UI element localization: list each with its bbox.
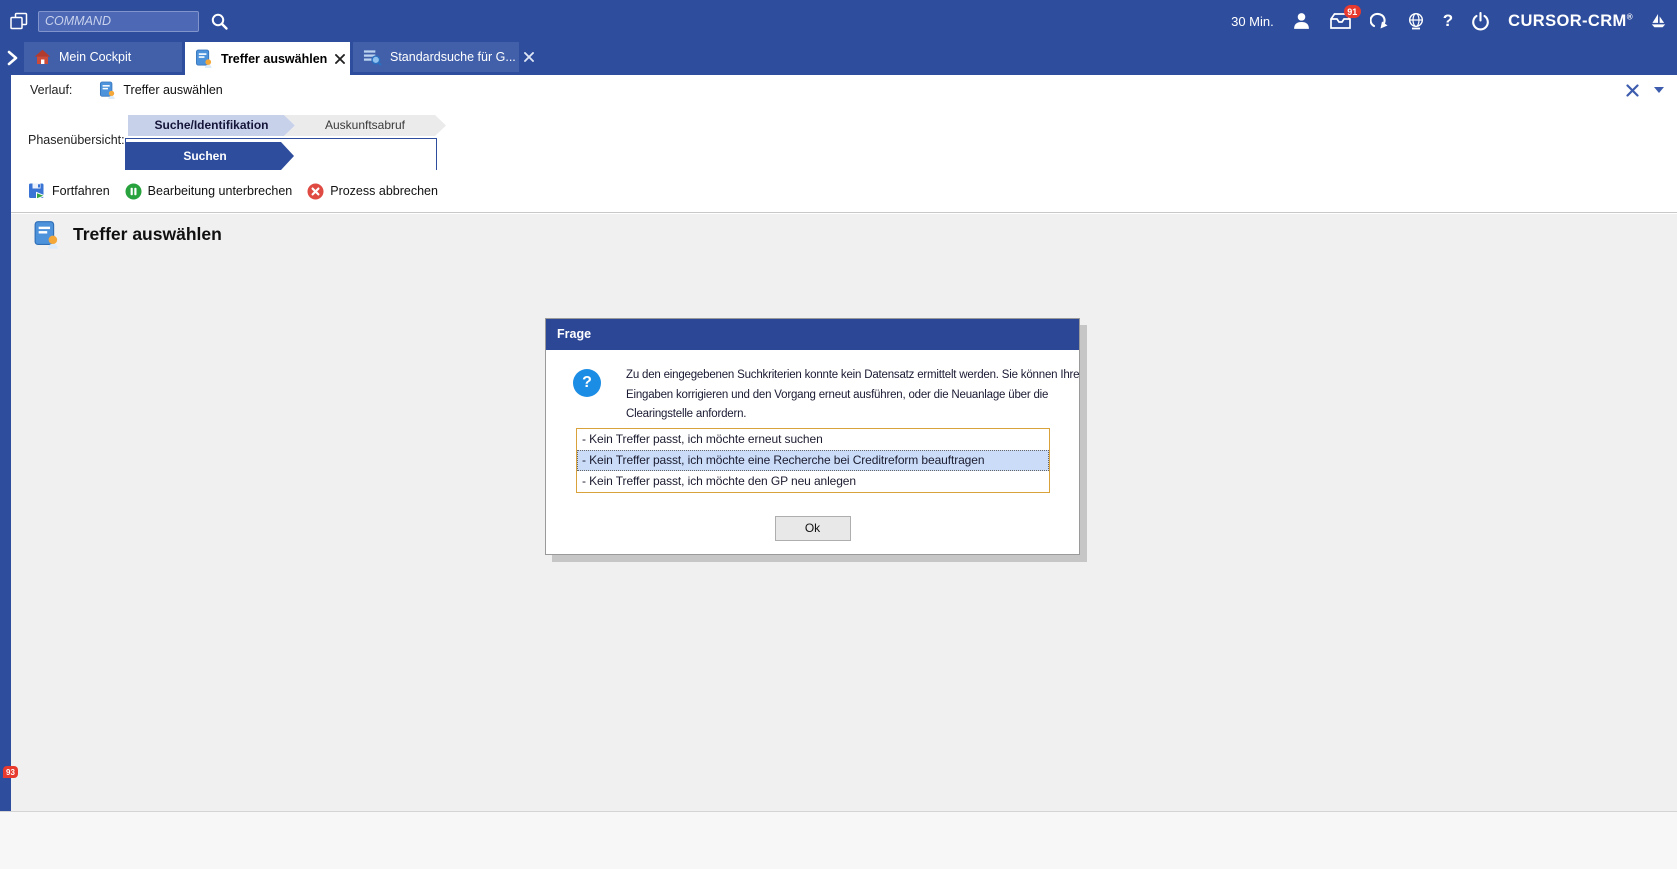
sailboat-icon — [1651, 13, 1666, 30]
tab-label: Standardsuche für G... — [390, 50, 516, 64]
chevron-down-icon[interactable] — [1654, 87, 1664, 93]
brand-logo: CURSOR-CRM® — [1508, 11, 1633, 30]
home-icon — [34, 49, 51, 65]
tab-label: Mein Cockpit — [59, 50, 132, 64]
abort-label: Prozess abbrechen — [330, 184, 438, 198]
collapsed-side-panel[interactable] — [0, 75, 11, 811]
pause-processing-button[interactable]: Bearbeitung unterbrechen — [125, 183, 293, 200]
redo-arrow-icon[interactable] — [1369, 12, 1389, 30]
dialog-body: ? Zu den eingegebenen Suchkriterien konn… — [546, 350, 1080, 425]
question-dialog: Frage ? Zu den eingegebenen Suchkriterie… — [545, 318, 1080, 555]
option-erneut-suchen[interactable]: - Kein Treffer passt, ich möchte erneut … — [577, 429, 1049, 450]
history-label: Verlauf: — [30, 83, 73, 97]
tab-bar: Mein Cockpit Treffer auswählen Standards… — [0, 42, 1677, 75]
message-line: Zu den eingegebenen Suchkriterien konnte… — [626, 369, 1080, 381]
abort-icon — [307, 183, 324, 200]
phase-step-auskunftsabruf[interactable]: Auskunftsabruf — [284, 115, 446, 136]
history-current-item[interactable]: Treffer auswählen — [123, 83, 222, 97]
tab-mein-cockpit[interactable]: Mein Cockpit — [24, 42, 182, 72]
subphase-suchen[interactable]: Suchen — [126, 142, 294, 170]
phase-step-suche-identifikation[interactable]: Suche/Identifikation — [128, 115, 295, 136]
topbar-right-group: 30 Min. 91 ? CURSOR-CRM® — [1231, 5, 1677, 31]
ok-button[interactable]: Ok — [774, 515, 851, 541]
top-bar: 30 Min. 91 — [0, 0, 1677, 42]
pause-label: Bearbeitung unterbrechen — [147, 184, 293, 198]
close-icon[interactable] — [335, 53, 346, 64]
pause-icon — [125, 183, 142, 200]
globe-icon[interactable] — [1407, 12, 1425, 30]
dialog-title: Frage — [546, 319, 1079, 350]
continue-button[interactable]: Fortfahren — [28, 182, 110, 200]
page-heading: Treffer auswählen — [33, 220, 1677, 249]
history-controls — [1626, 83, 1664, 97]
session-timer: 30 Min. — [1231, 13, 1274, 29]
phase-overview-section: Phasenübersicht: Suche/Identifikation Au… — [11, 105, 1677, 174]
continue-label: Fortfahren — [52, 184, 110, 198]
inbox-badge: 91 — [1343, 5, 1361, 18]
tab-label: Treffer auswählen — [221, 51, 328, 66]
window-stack-icon[interactable] — [9, 11, 29, 31]
dialog-message: Zu den eingegebenen Suchkriterien konnte… — [626, 366, 1080, 425]
command-input[interactable] — [38, 10, 199, 32]
contact-document-icon — [99, 81, 116, 99]
subphase-box: Suchen — [125, 138, 437, 174]
tab-standardsuche[interactable]: Standardsuche für G... — [353, 42, 534, 72]
abort-process-button[interactable]: Prozess abbrechen — [307, 183, 438, 200]
page-title: Treffer auswählen — [73, 224, 222, 244]
close-icon[interactable] — [523, 52, 534, 62]
message-line: Eingaben korrigieren und den Vorgang ern… — [626, 388, 1049, 401]
message-line: Clearingstelle anfordern. — [626, 408, 747, 420]
user-icon[interactable] — [1292, 12, 1311, 30]
action-toolbar: Fortfahren Bearbeitung unterbrechen Proz… — [11, 170, 1677, 213]
list-search-icon — [363, 48, 382, 67]
tab-treffer-auswaehlen[interactable]: Treffer auswählen — [185, 42, 350, 75]
search-icon[interactable] — [210, 12, 229, 31]
contact-document-icon — [33, 220, 60, 249]
inbox-icon[interactable]: 91 — [1329, 5, 1361, 30]
question-icon: ? — [573, 369, 601, 397]
expand-chevron-icon[interactable] — [6, 50, 19, 66]
option-recherche-creditreform[interactable]: - Kein Treffer passt, ich möchte eine Re… — [577, 449, 1049, 471]
help-icon[interactable]: ? — [1443, 11, 1453, 31]
phase-overview-label: Phasenübersicht: — [28, 133, 125, 147]
bottom-strip — [0, 811, 1677, 869]
clear-history-icon[interactable] — [1626, 83, 1639, 97]
option-gp-neu-anlegen[interactable]: - Kein Treffer passt, ich möchte den GP … — [577, 471, 1049, 492]
save-continue-icon — [28, 182, 46, 200]
power-icon[interactable] — [1471, 11, 1490, 31]
notification-badge[interactable]: 93 — [3, 766, 18, 778]
history-row: Verlauf: Treffer auswählen — [11, 75, 1677, 105]
contact-document-icon — [195, 49, 213, 68]
answer-listbox: - Kein Treffer passt, ich möchte erneut … — [576, 427, 1050, 493]
registered-mark: ® — [1626, 12, 1633, 21]
